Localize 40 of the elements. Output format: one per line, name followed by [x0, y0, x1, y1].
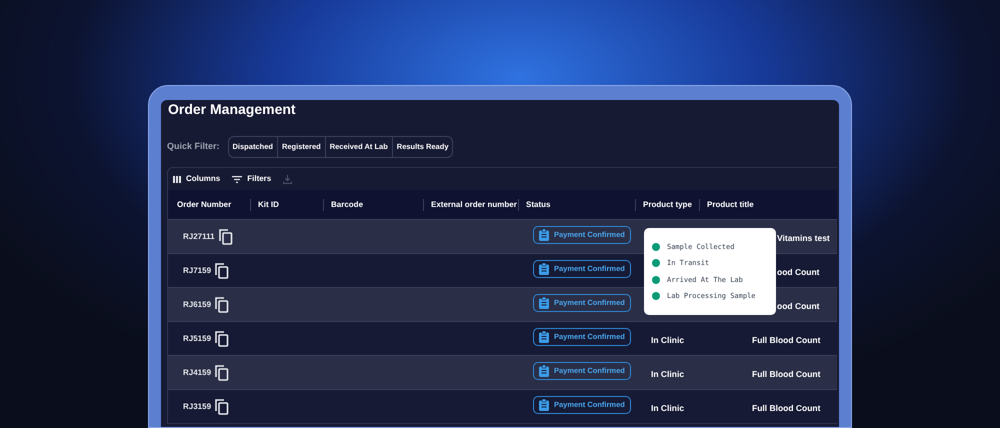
clipboard-icon [539, 364, 549, 376]
column-header[interactable]: External order number [431, 198, 517, 210]
page-title: Order Management [167, 100, 297, 118]
column-header[interactable]: Kit ID [258, 198, 279, 210]
product-title: Vitamins test [777, 232, 830, 242]
order-number: RJ3159 [183, 400, 212, 412]
filters-button[interactable]: Filters [232, 173, 272, 185]
copy-icon[interactable] [215, 398, 230, 414]
product-title: ood Count [777, 266, 820, 276]
clipboard-icon [539, 262, 549, 274]
clipboard-icon [539, 398, 549, 410]
column-header[interactable]: Product type [643, 198, 692, 210]
product-type: In Clinic [651, 402, 684, 412]
order-number: RJ4159 [183, 366, 212, 378]
product-title: Full Blood Count [752, 402, 820, 412]
quick-filter-label: Quick Filter: [167, 140, 220, 154]
copy-icon[interactable] [215, 296, 230, 312]
order-number: RJ27111 [183, 230, 215, 242]
order-number: RJ7159 [183, 264, 212, 276]
column-header[interactable]: Barcode [331, 198, 364, 210]
column-header[interactable]: Product title [707, 198, 754, 210]
columns-button[interactable]: Columns [173, 173, 220, 185]
columns-icon [173, 176, 181, 182]
column-header[interactable]: Order Number [168, 198, 232, 210]
product-title: Full Blood Count [752, 334, 820, 344]
order-number: RJ5159 [183, 332, 212, 344]
clipboard-icon [539, 228, 549, 240]
clipboard-icon [539, 330, 549, 342]
filter-icon [232, 176, 242, 182]
copy-icon[interactable] [218, 228, 233, 244]
product-title: Full Blood Count [752, 368, 820, 378]
product-title: ood Count [777, 300, 820, 310]
copy-icon[interactable] [215, 330, 230, 346]
order-number: RJ6159 [183, 298, 212, 310]
product-type: In Clinic [651, 368, 684, 378]
product-type: In Clinic [651, 334, 684, 344]
copy-icon[interactable] [215, 262, 230, 278]
copy-icon[interactable] [215, 364, 230, 380]
column-header[interactable]: Status [526, 198, 550, 210]
clipboard-icon [539, 296, 549, 308]
